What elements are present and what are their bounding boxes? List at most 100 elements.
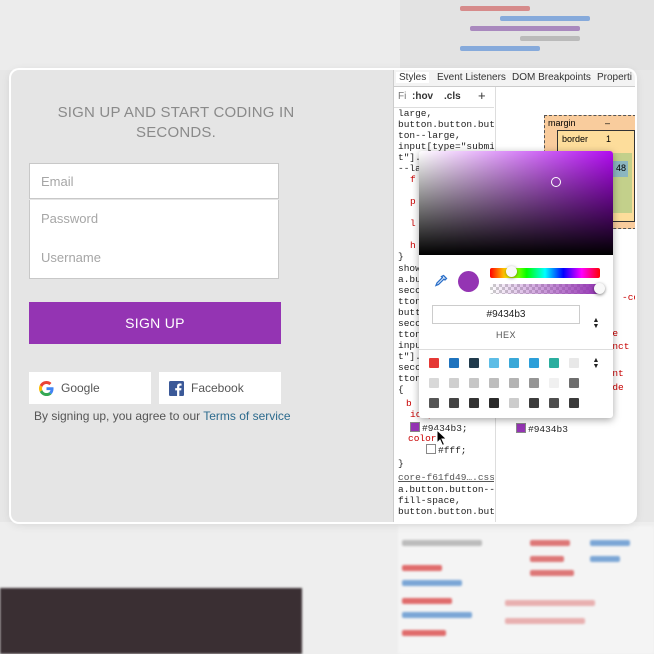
- palette-swatch[interactable]: [569, 358, 579, 368]
- background-code-line: [500, 16, 590, 21]
- palette-swatch[interactable]: [509, 398, 519, 408]
- signup-button[interactable]: SIGN UP: [29, 302, 281, 344]
- palette-swatch[interactable]: [469, 358, 479, 368]
- color-swatch[interactable]: [410, 422, 420, 432]
- palette-swatch[interactable]: [529, 378, 539, 388]
- palette-swatch[interactable]: [569, 398, 579, 408]
- color-property: color: [408, 433, 437, 444]
- styles-filter-bar: Fi :hov .cls +: [394, 87, 494, 108]
- eyedropper-icon[interactable]: [434, 274, 448, 288]
- hover-state-toggle[interactable]: :hov: [412, 91, 433, 102]
- password-field[interactable]: [29, 200, 279, 238]
- style-rule-line: ton--large,: [398, 130, 461, 141]
- style-rule-line: {: [398, 384, 404, 395]
- saturation-area[interactable]: [419, 151, 613, 255]
- tab-dom-breakpoints[interactable]: DOM Breakpoints: [512, 72, 591, 83]
- palette-swatch[interactable]: [469, 398, 479, 408]
- computed-trailing: -co: [622, 292, 635, 303]
- palette-swatch[interactable]: [489, 358, 499, 368]
- alpha-slider[interactable]: [490, 283, 605, 294]
- palette-swatch[interactable]: [529, 358, 539, 368]
- background-blurred-line: [402, 612, 472, 618]
- background-blurred-line: [402, 598, 452, 604]
- new-rule-button[interactable]: +: [478, 88, 486, 103]
- hue-handle[interactable]: [506, 266, 517, 277]
- terms-prefix: By signing up, you agree to our: [34, 409, 201, 423]
- tab-event-listeners[interactable]: Event Listeners: [437, 72, 506, 83]
- tab-properties[interactable]: Properti: [597, 72, 632, 83]
- palette-swatch[interactable]: [549, 398, 559, 408]
- style-rule-line: inpu: [398, 340, 421, 351]
- background-blurred-line: [505, 618, 585, 624]
- palette-swatch[interactable]: [429, 358, 439, 368]
- palette-swatch[interactable]: [469, 378, 479, 388]
- tab-styles[interactable]: Styles: [396, 72, 430, 83]
- style-rule-line: t"].: [398, 152, 421, 163]
- facebook-button-label: Facebook: [191, 381, 244, 395]
- class-toggle[interactable]: .cls: [444, 91, 461, 102]
- palette-swatch[interactable]: [549, 378, 559, 388]
- hex-input[interactable]: [432, 305, 580, 324]
- style-rule-line: f: [410, 174, 416, 185]
- computed-color-swatch: [516, 422, 526, 433]
- style-rule-line: tton: [398, 296, 421, 307]
- palette-swatch[interactable]: [509, 378, 519, 388]
- computed-selected-value: #9434b3: [528, 423, 568, 435]
- background-blurred-line: [590, 540, 630, 546]
- background-code-line: [520, 36, 580, 41]
- style-rule-line: t"].: [398, 351, 421, 362]
- signup-panel: SIGN UP AND START CODING IN SECONDS. SIG…: [11, 70, 393, 522]
- palette-divider: [419, 349, 613, 350]
- border-value: 1: [606, 134, 612, 144]
- palette-swatch[interactable]: [489, 398, 499, 408]
- google-button-label: Google: [61, 381, 100, 395]
- hue-slider[interactable]: [490, 266, 600, 278]
- background-blurred-line: [402, 565, 442, 571]
- style-rule-line: large,: [398, 108, 433, 119]
- background-blurred-line: [590, 556, 620, 562]
- terms-of-service-link[interactable]: Terms of service: [203, 409, 290, 423]
- palette-swatch[interactable]: [449, 398, 459, 408]
- palette-swatch[interactable]: [489, 378, 499, 388]
- mouse-cursor-icon: [436, 429, 448, 447]
- palette-swatch[interactable]: [529, 398, 539, 408]
- background-blurred-line: [530, 540, 570, 546]
- alpha-handle[interactable]: [594, 283, 605, 294]
- palette-swatch[interactable]: [509, 358, 519, 368]
- background-code-line: [460, 46, 540, 51]
- palette-swatch[interactable]: [449, 378, 459, 388]
- email-field[interactable]: [29, 163, 279, 199]
- palette-swatch[interactable]: [569, 378, 579, 388]
- content-value: 48: [615, 163, 626, 173]
- computed-selected-value-row: #9434b3: [504, 422, 629, 436]
- style-rule-line: tton: [398, 329, 421, 340]
- saturation-handle[interactable]: [551, 177, 561, 187]
- margin-value: –: [605, 118, 611, 128]
- source-line: a.button.button--: [398, 484, 494, 495]
- background-code-line: [460, 6, 530, 11]
- google-signup-button[interactable]: Google: [29, 372, 151, 404]
- style-rule-line: a.bu: [398, 274, 421, 285]
- style-rule-line: butt: [398, 307, 421, 318]
- style-rule-line: p: [410, 196, 416, 207]
- filter-input[interactable]: Fi: [398, 91, 406, 102]
- username-field[interactable]: [29, 237, 279, 279]
- palette-swatch[interactable]: [449, 358, 459, 368]
- border-label: border: [562, 134, 589, 144]
- palette-swatch[interactable]: [549, 358, 559, 368]
- devtools-tabbar: Styles Event Listeners DOM Breakpoints P…: [394, 70, 635, 87]
- style-rule-line: l: [410, 218, 416, 229]
- palette-swatch[interactable]: [429, 378, 439, 388]
- background-blurred-line: [530, 570, 574, 576]
- facebook-signup-button[interactable]: Facebook: [159, 372, 281, 404]
- format-toggle-icon[interactable]: ▲ ▼: [592, 317, 600, 330]
- palette-swatch[interactable]: [429, 398, 439, 408]
- color2-declaration: color: [408, 433, 437, 444]
- background-blurred-line: [402, 630, 446, 636]
- white-swatch[interactable]: [426, 444, 436, 454]
- palette-toggle-icon[interactable]: ▲ ▼: [592, 357, 600, 370]
- source-link[interactable]: core-f61fd49….css: [398, 472, 494, 483]
- style-rule-line: seco: [398, 318, 421, 329]
- style-rule-line: h: [410, 240, 416, 251]
- background-blurred-line: [505, 600, 595, 606]
